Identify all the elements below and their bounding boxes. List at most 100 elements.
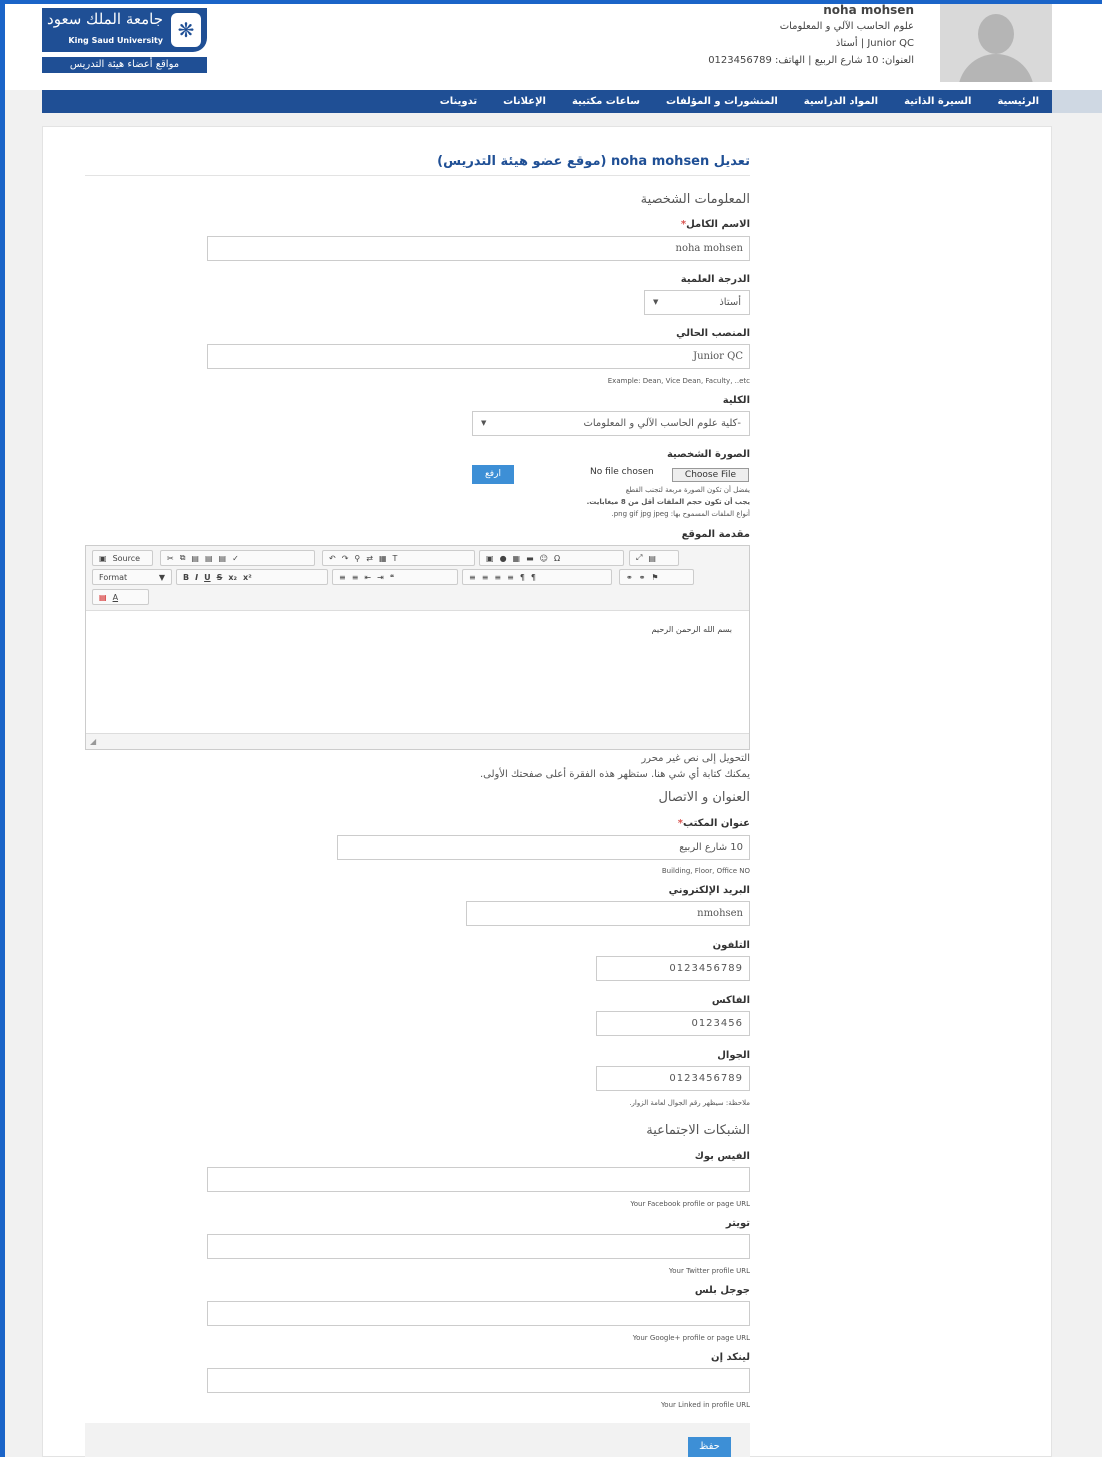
resize-handle-icon[interactable]: ◢ bbox=[90, 737, 96, 746]
phone-input[interactable]: 0123456789 bbox=[596, 956, 750, 981]
subscript-icon[interactable]: x₂ bbox=[228, 573, 237, 582]
ltr-icon[interactable]: ¶ bbox=[520, 573, 525, 582]
save-button[interactable]: حفظ bbox=[688, 1437, 731, 1457]
degree-selected-value: أستاذ bbox=[719, 297, 741, 308]
align-left-icon[interactable]: ≡ bbox=[469, 573, 476, 582]
cut-icon[interactable]: ✂ bbox=[167, 554, 174, 563]
paste-icon[interactable]: ▤ bbox=[191, 554, 199, 563]
intro-label: مقدمة الموقع bbox=[681, 529, 750, 540]
format-select[interactable]: Format ▼ bbox=[92, 569, 172, 585]
numbered-list-icon[interactable]: ≡ bbox=[339, 573, 346, 582]
twitter-help: Your Twitter profile URL bbox=[668, 1267, 750, 1275]
horizontal-line-icon[interactable]: ▬ bbox=[526, 554, 534, 563]
faculty-sites-link[interactable]: مواقع أعضاء هيئة التدريس bbox=[42, 57, 207, 73]
paste-word-icon[interactable]: ▤ bbox=[219, 554, 227, 563]
editor-plain-text-link[interactable]: التحويل إلى نص غير محرر bbox=[641, 753, 750, 764]
superscript-icon[interactable]: x² bbox=[243, 573, 252, 582]
profile-title: Junior QC | أستاذ bbox=[835, 38, 914, 49]
chevron-down-icon: ▼ bbox=[158, 572, 165, 582]
spellcheck-icon[interactable]: ✓ bbox=[232, 554, 239, 563]
fax-input[interactable]: 0123456 bbox=[596, 1011, 750, 1036]
contact-section-heading: العنوان و الاتصال bbox=[658, 790, 750, 805]
university-logo[interactable]: ❋ جامعة الملك سعود King Saud University bbox=[42, 8, 207, 52]
outdent-icon[interactable]: ⇤ bbox=[364, 573, 371, 582]
mobile-label: الجوال bbox=[717, 1050, 750, 1061]
linkedin-input[interactable] bbox=[207, 1368, 750, 1393]
nav-item-home[interactable]: الرئيسية bbox=[984, 90, 1052, 113]
nav-item-courses[interactable]: المواد الدراسية bbox=[791, 90, 891, 113]
editor-help: يمكنك كتابة أي شي هنا. ستظهر هذه الفقرة … bbox=[479, 769, 750, 780]
underline-icon[interactable]: U bbox=[204, 573, 211, 582]
align-center-icon[interactable]: ≡ bbox=[482, 573, 489, 582]
position-label: المنصب الحالي bbox=[676, 328, 750, 339]
email-label: البريد الإلكتروني bbox=[668, 885, 750, 896]
anchor-icon[interactable]: ⚑ bbox=[651, 573, 658, 582]
bulleted-list-icon[interactable]: ≡ bbox=[352, 573, 359, 582]
university-crest-icon: ❋ bbox=[171, 13, 201, 47]
select-all-icon[interactable]: ▦ bbox=[379, 554, 387, 563]
page-title: تعديل noha mohsen (موقع عضو هيئة التدريس… bbox=[437, 154, 750, 169]
source-button[interactable]: ▣ Source bbox=[92, 550, 153, 566]
nav-item-blog[interactable]: تدوينات bbox=[427, 90, 490, 113]
mobile-help: ملاحظة: سيظهر رقم الجوال لعامة الزوار. bbox=[629, 1099, 750, 1107]
find-icon[interactable]: ⚲ bbox=[354, 554, 360, 563]
mobile-input[interactable]: 0123456789 bbox=[596, 1066, 750, 1091]
paste-text-icon[interactable]: ▤ bbox=[205, 554, 213, 563]
full-name-label: الاسم الكامل* bbox=[680, 219, 750, 230]
basic-style-toolbar: B I U Sx₂ x² bbox=[176, 569, 328, 585]
text-color-icon[interactable]: ▤ bbox=[99, 593, 107, 602]
nav-item-announcements[interactable]: الإعلانات bbox=[490, 90, 559, 113]
upload-button[interactable]: ارفع bbox=[472, 465, 514, 484]
college-select[interactable]: -كلية علوم الحاسب الآلي و المعلومات ▼ bbox=[472, 411, 750, 436]
align-right-icon[interactable]: ≡ bbox=[494, 573, 501, 582]
degree-select[interactable]: أستاذ ▼ bbox=[644, 290, 750, 315]
avatar-placeholder-icon bbox=[978, 14, 1014, 54]
flash-icon[interactable]: ● bbox=[500, 554, 507, 563]
undo-icon[interactable]: ↶ bbox=[329, 554, 336, 563]
profile-info: noha mohsen علوم الحاسب الآلي و المعلوما… bbox=[708, 4, 914, 67]
image-icon[interactable]: ▣ bbox=[486, 554, 494, 563]
twitter-label: تويتر bbox=[725, 1218, 750, 1229]
rtl-icon[interactable]: ¶ bbox=[531, 573, 536, 582]
twitter-input[interactable] bbox=[207, 1234, 750, 1259]
background-color-icon[interactable]: A bbox=[113, 593, 118, 602]
strike-icon[interactable]: S bbox=[217, 573, 223, 582]
indent-icon[interactable]: ⇥ bbox=[377, 573, 384, 582]
smiley-icon[interactable]: ☺ bbox=[540, 554, 548, 563]
link-icon[interactable]: ⚭ bbox=[626, 573, 633, 582]
blockquote-icon[interactable]: ❝ bbox=[390, 573, 394, 582]
college-label: الكلية bbox=[722, 395, 750, 406]
remove-format-icon[interactable]: T bbox=[393, 554, 398, 563]
google-plus-input[interactable] bbox=[207, 1301, 750, 1326]
position-input[interactable]: Junior QC bbox=[207, 344, 750, 369]
facebook-input[interactable] bbox=[207, 1167, 750, 1192]
special-char-icon[interactable]: Ω bbox=[554, 554, 560, 563]
facebook-help: Your Facebook profile or page URL bbox=[630, 1200, 750, 1208]
copy-icon[interactable]: ⧉ bbox=[180, 553, 186, 563]
maximize-icon[interactable]: ⤢ bbox=[636, 553, 642, 563]
choose-file-button[interactable]: Choose File bbox=[672, 468, 749, 482]
college-selected-value: -كلية علوم الحاسب الآلي و المعلومات bbox=[583, 418, 741, 429]
full-name-input[interactable]: noha mohsen bbox=[207, 236, 750, 261]
editor-content-area[interactable]: بسم الله الرحمن الرحيم bbox=[86, 610, 749, 734]
photo-help-1: يفضل أن تكون الصورة مربعة لتجنب القطع bbox=[625, 486, 750, 494]
logo-arabic-text: جامعة الملك سعود bbox=[47, 10, 163, 28]
table-icon[interactable]: ▦ bbox=[513, 554, 521, 563]
unlink-icon[interactable]: ⚭ bbox=[639, 573, 646, 582]
replace-icon[interactable]: ⇄ bbox=[366, 554, 373, 563]
source-icon: ▣ bbox=[99, 553, 107, 563]
form-actions bbox=[85, 1423, 750, 1457]
show-blocks-icon[interactable]: ▤ bbox=[648, 554, 656, 563]
nav-item-cv[interactable]: السيرة الذاتية bbox=[891, 90, 984, 113]
email-input[interactable]: nmohsen bbox=[466, 901, 750, 926]
bold-icon[interactable]: B bbox=[183, 573, 189, 582]
photo-help-2: يجب أن تكون حجم الملفات أقل من 8 ميغاباي… bbox=[586, 498, 750, 506]
justify-icon[interactable]: ≡ bbox=[507, 573, 514, 582]
nav-item-office-hours[interactable]: ساعات مكتبية bbox=[559, 90, 653, 113]
italic-icon[interactable]: I bbox=[195, 573, 198, 582]
office-help: Building, Floor, Office NO bbox=[661, 867, 750, 875]
view-toolbar: ⤢ ▤ bbox=[629, 550, 679, 566]
office-input[interactable]: 10 شارع الربيع bbox=[337, 835, 750, 860]
redo-icon[interactable]: ↷ bbox=[342, 554, 349, 563]
nav-item-publications[interactable]: المنشورات و المؤلفات bbox=[653, 90, 791, 113]
